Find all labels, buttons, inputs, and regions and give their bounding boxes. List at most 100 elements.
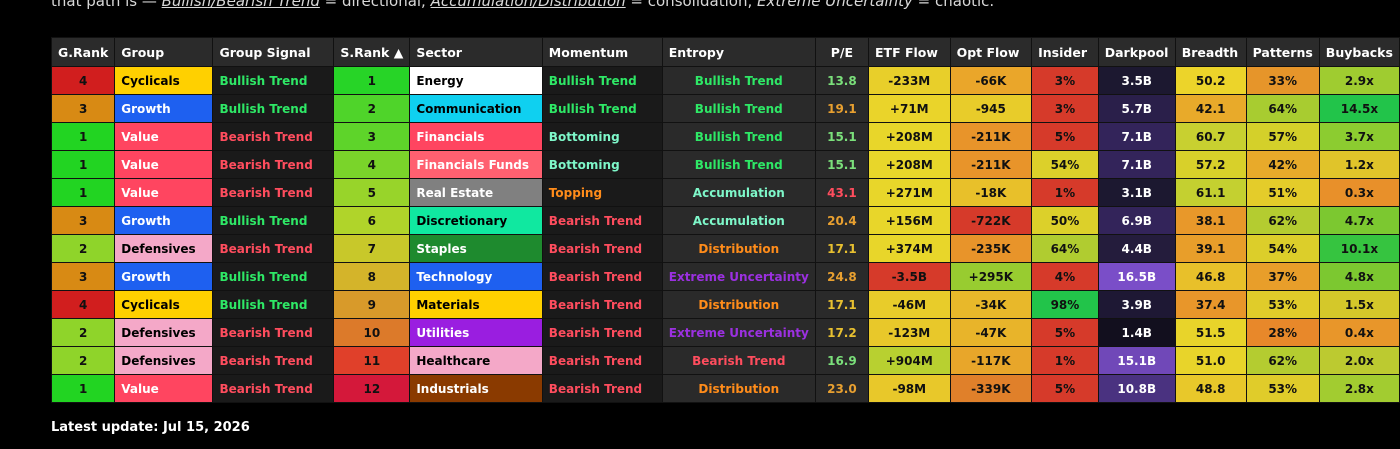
- column-header[interactable]: Momentum: [541, 37, 663, 67]
- grank-cell: 1: [50, 150, 116, 179]
- sector-cell: Materials: [409, 290, 543, 319]
- column-header[interactable]: Buybacks: [1318, 37, 1400, 67]
- srank-cell: 8: [333, 262, 411, 291]
- buybacks-cell: 0.4x: [1318, 318, 1400, 347]
- intro-link-trend[interactable]: Bullish/Bearish Trend: [162, 0, 320, 10]
- grank-cell: 2: [50, 346, 116, 375]
- grank-cell: 3: [50, 262, 116, 291]
- entropy-cell: Accumulation: [661, 206, 816, 235]
- pe-cell: 17.1: [814, 234, 870, 263]
- srank-cell: 1: [333, 66, 411, 95]
- momentum-cell: Bearish Trend: [541, 234, 663, 263]
- momentum-cell: Bearish Trend: [541, 290, 663, 319]
- column-header[interactable]: ETF Flow: [868, 37, 951, 67]
- table-row[interactable]: 1 Value Bearish Trend 12 Industrials Bearish …: [50, 374, 1400, 403]
- entropy-cell: Bullish Trend: [661, 94, 816, 123]
- pe-cell: 17.1: [814, 290, 870, 319]
- group-signal-cell: Bearish Trend: [212, 150, 335, 179]
- sector-cell: Healthcare: [409, 346, 543, 375]
- breadth-cell: 46.8: [1174, 262, 1247, 291]
- table-row[interactable]: 2 Defensives Bearish Trend 10 Utilities Beari…: [50, 318, 1400, 347]
- etf-flow-cell: -98M: [868, 374, 951, 403]
- table-row[interactable]: 2 Defensives Bearish Trend 7 Staples Bearish …: [50, 234, 1400, 263]
- column-header[interactable]: Opt Flow: [949, 37, 1033, 67]
- etf-flow-cell: -123M: [868, 318, 951, 347]
- opt-flow-cell: -235K: [949, 234, 1033, 263]
- darkpool-cell: 5.7B: [1097, 94, 1176, 123]
- group-signal-cell: Bearish Trend: [212, 122, 335, 151]
- opt-flow-cell: -211K: [949, 122, 1033, 151]
- etf-flow-cell: +156M: [868, 206, 951, 235]
- table-row[interactable]: 3 Growth Bullish Trend 6 Discretionary Bearis…: [50, 206, 1400, 235]
- sector-cell: Staples: [409, 234, 543, 263]
- grank-cell: 1: [50, 122, 116, 151]
- sector-cell: Industrials: [409, 374, 543, 403]
- table-row[interactable]: 3 Growth Bullish Trend 8 Technology Bearish T…: [50, 262, 1400, 291]
- patterns-cell: 42%: [1245, 150, 1320, 179]
- breadth-cell: 37.4: [1174, 290, 1247, 319]
- table-row[interactable]: 1 Value Bearish Trend 3 Financials Bottoming B…: [50, 122, 1400, 151]
- column-header[interactable]: Insider: [1031, 37, 1099, 67]
- table-row[interactable]: 1 Value Bearish Trend 5 Real Estate Topping Ac…: [50, 178, 1400, 207]
- table-row[interactable]: 4 Cyclicals Bullish Trend 1 Energy Bullish Tr…: [50, 66, 1400, 95]
- darkpool-cell: 10.8B: [1097, 374, 1176, 403]
- group-cell: Value: [114, 374, 214, 403]
- darkpool-cell: 7.1B: [1097, 150, 1176, 179]
- entropy-cell: Bullish Trend: [661, 122, 816, 151]
- group-cell: Growth: [114, 262, 214, 291]
- intro-mid2: = consolidation,: [625, 0, 758, 10]
- group-signal-cell: Bearish Trend: [212, 346, 335, 375]
- table-row[interactable]: 1 Value Bearish Trend 4 Financials Funds Bott…: [50, 150, 1400, 179]
- intro-link-uncertainty[interactable]: Extreme Uncertainty: [757, 0, 913, 10]
- srank-cell: 12: [333, 374, 411, 403]
- momentum-cell: Bearish Trend: [541, 318, 663, 347]
- column-header[interactable]: Breadth: [1174, 37, 1247, 67]
- group-signal-cell: Bearish Trend: [212, 318, 335, 347]
- column-header[interactable]: G.Rank: [50, 37, 116, 67]
- table-row[interactable]: 2 Defensives Bearish Trend 11 Healthcare Bear…: [50, 346, 1400, 375]
- column-header[interactable]: Patterns: [1245, 37, 1320, 67]
- column-header[interactable]: Sector: [409, 37, 543, 67]
- column-header[interactable]: P/E: [814, 37, 870, 67]
- breadth-cell: 42.1: [1174, 94, 1247, 123]
- opt-flow-cell: -339K: [949, 374, 1033, 403]
- grank-cell: 1: [50, 374, 116, 403]
- breadth-cell: 38.1: [1174, 206, 1247, 235]
- pe-cell: 16.9: [814, 346, 870, 375]
- entropy-cell: Bullish Trend: [661, 66, 816, 95]
- insider-cell: 98%: [1031, 290, 1099, 319]
- srank-cell: 9: [333, 290, 411, 319]
- sector-cell: Financials Funds: [409, 150, 543, 179]
- column-header[interactable]: Group: [114, 37, 214, 67]
- buybacks-cell: 3.7x: [1318, 122, 1400, 151]
- srank-cell: 10: [333, 318, 411, 347]
- opt-flow-cell: -117K: [949, 346, 1033, 375]
- group-cell: Value: [114, 178, 214, 207]
- sector-cell: Technology: [409, 262, 543, 291]
- group-signal-cell: Bearish Trend: [212, 178, 335, 207]
- column-header[interactable]: Group Signal: [212, 37, 335, 67]
- darkpool-cell: 7.1B: [1097, 122, 1176, 151]
- breadth-cell: 51.5: [1174, 318, 1247, 347]
- opt-flow-cell: -211K: [949, 150, 1033, 179]
- opt-flow-cell: -66K: [949, 66, 1033, 95]
- group-signal-cell: Bearish Trend: [212, 374, 335, 403]
- entropy-cell: Accumulation: [661, 178, 816, 207]
- table-row[interactable]: 3 Growth Bullish Trend 2 Communication Bullis…: [50, 94, 1400, 123]
- darkpool-cell: 16.5B: [1097, 262, 1176, 291]
- etf-flow-cell: +271M: [868, 178, 951, 207]
- buybacks-cell: 2.8x: [1318, 374, 1400, 403]
- table-row[interactable]: 4 Cyclicals Bullish Trend 9 Materials Bearish…: [50, 290, 1400, 319]
- group-cell: Defensives: [114, 318, 214, 347]
- etf-flow-cell: +208M: [868, 122, 951, 151]
- pe-cell: 20.4: [814, 206, 870, 235]
- column-header[interactable]: Entropy: [661, 37, 816, 67]
- intro-link-accumulation[interactable]: Accumulation/Distribution: [431, 0, 626, 10]
- patterns-cell: 53%: [1245, 290, 1320, 319]
- column-header[interactable]: Darkpool: [1097, 37, 1176, 67]
- opt-flow-cell: -47K: [949, 318, 1033, 347]
- momentum-cell: Bottoming: [541, 122, 663, 151]
- group-cell: Value: [114, 122, 214, 151]
- column-header[interactable]: S.Rank ▲: [333, 37, 411, 67]
- darkpool-cell: 3.5B: [1097, 66, 1176, 95]
